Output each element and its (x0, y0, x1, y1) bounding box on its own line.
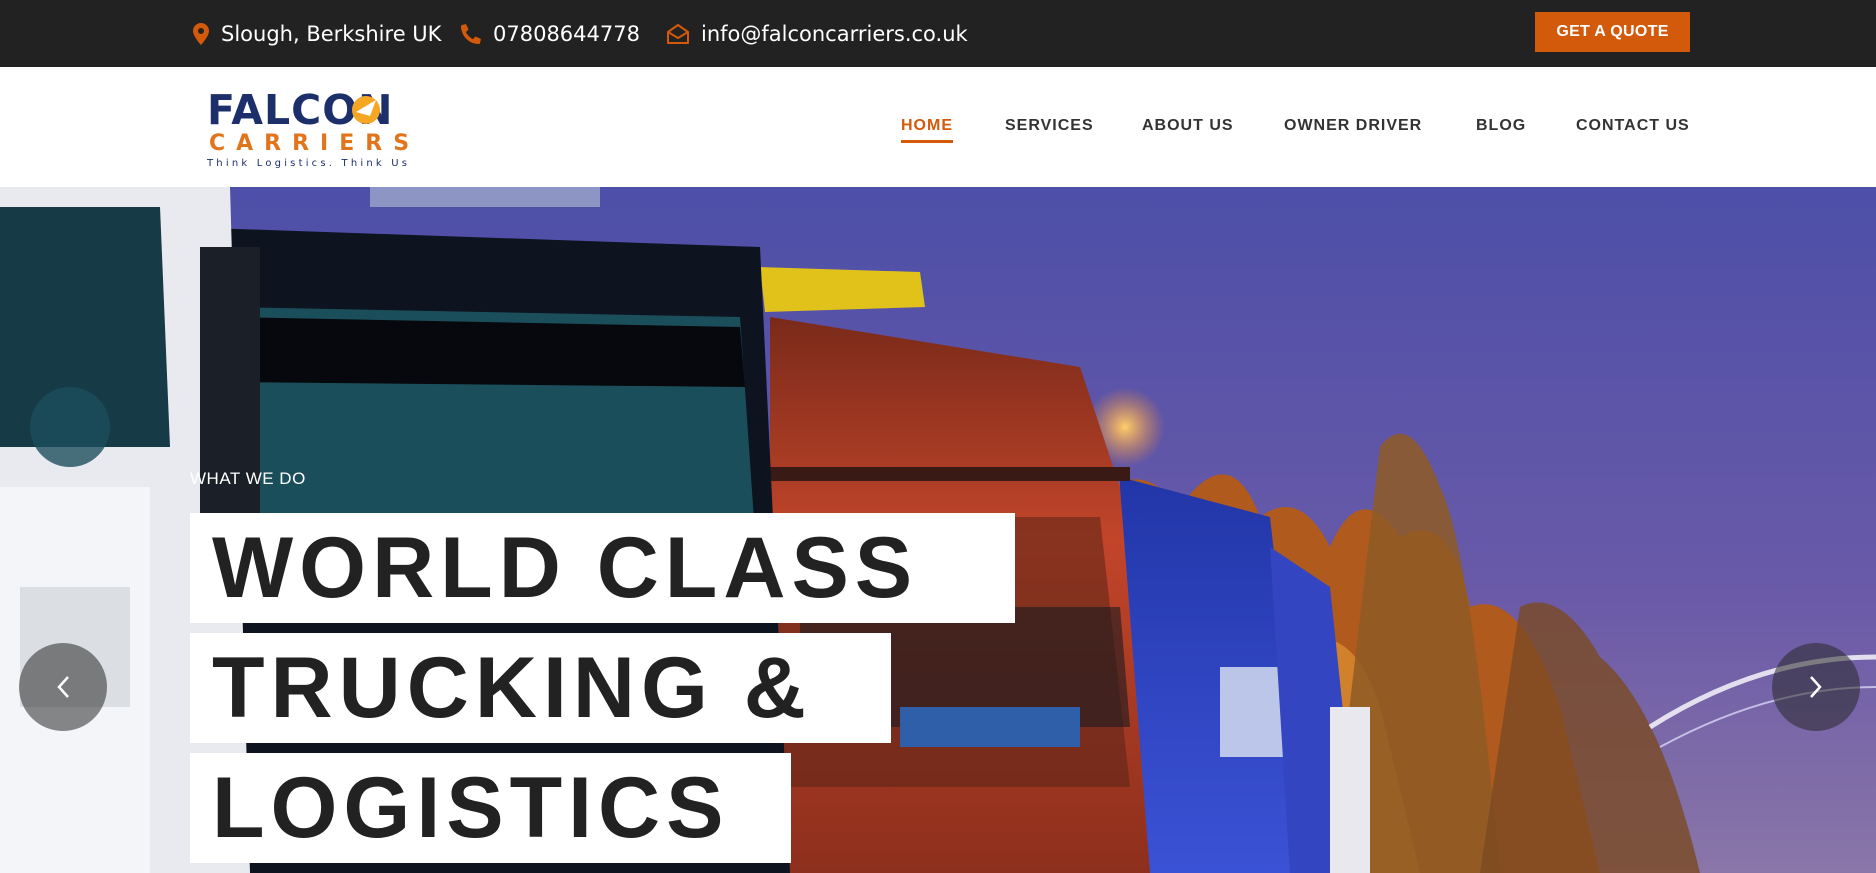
email-text: info@falconcarriers.co.uk (701, 21, 968, 46)
nav-services[interactable]: SERVICES (1005, 117, 1094, 139)
email-info[interactable]: info@falconcarriers.co.uk (667, 0, 968, 67)
site-logo[interactable]: FALCON CARRIERS Think Logistics. Think U… (205, 82, 435, 174)
top-bar: Slough, Berkshire UK 07808644778 info@fa… (0, 0, 1876, 67)
nav-owner-driver[interactable]: OWNER DRIVER (1284, 117, 1422, 139)
hero-headline-line-2: TRUCKING & (190, 633, 891, 743)
get-a-quote-button[interactable]: GET A QUOTE (1535, 12, 1690, 52)
logo-tagline: Think Logistics. Think Us (206, 158, 410, 169)
hero-headline-line-3: LOGISTICS (190, 753, 791, 863)
chevron-left-icon (57, 676, 69, 698)
nav-blog[interactable]: BLOG (1476, 117, 1526, 139)
slider-prev-button[interactable] (19, 643, 107, 731)
logo-line2: CARRIERS (209, 131, 420, 156)
location-text: Slough, Berkshire UK (221, 21, 442, 46)
hero-kicker: WHAT WE DO (190, 469, 306, 488)
hero-headline-line-1: WORLD CLASS (190, 513, 1015, 623)
phone-icon (461, 23, 481, 44)
nav-home[interactable]: HOME (901, 117, 953, 143)
map-pin-icon (193, 22, 209, 45)
slider-next-button[interactable] (1772, 643, 1860, 731)
nav-about-us[interactable]: ABOUT US (1142, 117, 1234, 139)
phone-info[interactable]: 07808644778 (461, 0, 640, 67)
envelope-icon (667, 23, 689, 44)
chevron-right-icon (1810, 676, 1822, 698)
logo-graphic: FALCON CARRIERS Think Logistics. Think U… (206, 86, 420, 169)
nav-contact-us[interactable]: CONTACT US (1576, 117, 1690, 139)
phone-text: 07808644778 (493, 21, 640, 46)
location-info: Slough, Berkshire UK (193, 0, 441, 67)
